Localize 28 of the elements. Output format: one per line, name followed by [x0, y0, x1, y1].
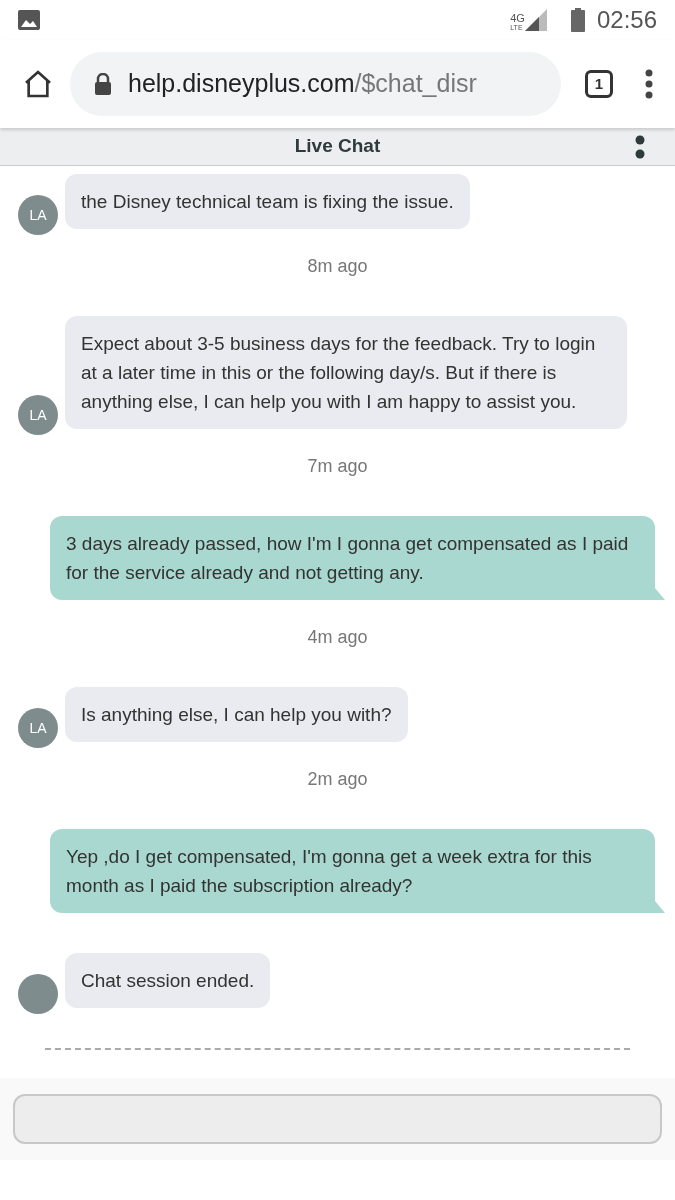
- signal-icon: [524, 9, 547, 31]
- agent-avatar: LA: [18, 195, 58, 235]
- message-time: 4m ago: [307, 626, 368, 649]
- address-bar[interactable]: help.disneyplus.com/$chat_disr: [70, 52, 561, 116]
- agent-message: Expect about 3-5 business days for the feedback. Try to login at a later time in this or the following day/s. But if there is anything else, I can help you with I am happy to assist you.: [65, 316, 627, 429]
- clock: 02:56: [596, 5, 657, 35]
- agent-avatar: LA: [18, 708, 58, 748]
- url-text: help.disneyplus.com/$chat_disr: [128, 68, 477, 100]
- message-time: 2m ago: [307, 768, 368, 791]
- battery-icon: [570, 8, 585, 32]
- image-icon: [18, 10, 40, 30]
- home-icon[interactable]: [22, 68, 54, 100]
- bubble-tail-icon: [655, 588, 665, 600]
- message-time: 7m ago: [307, 455, 368, 478]
- agent-avatar: [18, 974, 58, 1014]
- agent-message: the Disney technical team is fixing the issue.: [65, 174, 470, 229]
- chat-title: Live Chat: [294, 134, 381, 159]
- agent-avatar: LA: [18, 395, 58, 435]
- lock-icon: [94, 73, 112, 95]
- network-label: 4G: [510, 13, 525, 24]
- agent-message: Is anything else, I can help you with?: [65, 687, 408, 742]
- bubble-tail-icon: [655, 901, 665, 913]
- message-input[interactable]: [13, 1094, 662, 1144]
- tab-count-button[interactable]: 1: [585, 70, 613, 98]
- menu-icon[interactable]: [645, 69, 653, 99]
- agent-message: Chat session ended.: [65, 953, 271, 1008]
- more-icon[interactable]: [635, 134, 645, 159]
- message-time: 8m ago: [307, 255, 368, 278]
